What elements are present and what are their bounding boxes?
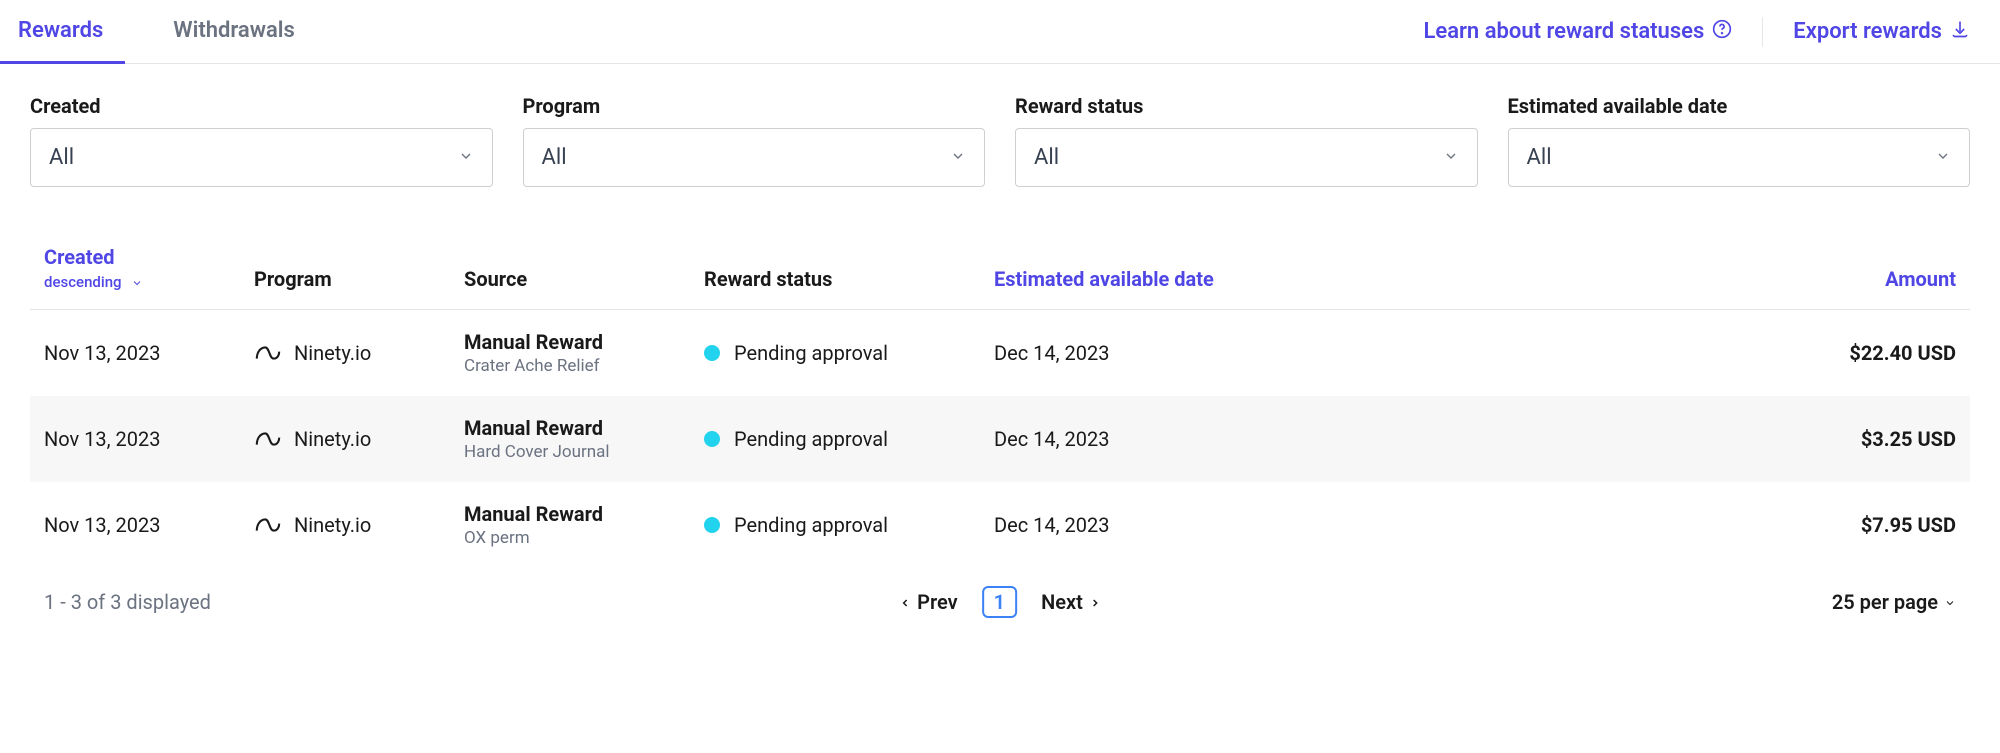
filters-row: Created All Program All Reward status Al… bbox=[0, 64, 2000, 187]
filter-created: Created All bbox=[30, 94, 493, 187]
top-links: Learn about reward statuses Export rewar… bbox=[1423, 17, 1970, 47]
cell-created: Nov 13, 2023 bbox=[44, 341, 254, 365]
cell-created: Nov 13, 2023 bbox=[44, 513, 254, 537]
status-dot-icon bbox=[704, 517, 720, 533]
cell-source: Manual RewardCrater Ache Relief bbox=[464, 330, 704, 376]
tab-withdrawals[interactable]: Withdrawals bbox=[173, 0, 295, 63]
chevron-down-icon bbox=[1944, 590, 1956, 614]
col-header-amount[interactable]: Amount bbox=[1746, 267, 1956, 291]
prev-button[interactable]: Prev bbox=[899, 590, 958, 614]
per-page-select[interactable]: 25 per page bbox=[1832, 590, 1956, 614]
source-primary: Manual Reward bbox=[464, 502, 704, 526]
download-icon bbox=[1950, 19, 1970, 45]
filter-program-select[interactable]: All bbox=[523, 128, 986, 187]
learn-statuses-link[interactable]: Learn about reward statuses bbox=[1423, 19, 1732, 45]
filter-date-value: All bbox=[1527, 145, 1552, 170]
chevron-down-icon bbox=[1935, 145, 1951, 170]
cell-created: Nov 13, 2023 bbox=[44, 427, 254, 451]
filter-program-value: All bbox=[542, 145, 567, 170]
filter-created-select[interactable]: All bbox=[30, 128, 493, 187]
chevron-down-icon bbox=[950, 145, 966, 170]
filter-program: Program All bbox=[523, 94, 986, 187]
chevron-down-icon bbox=[131, 277, 143, 289]
status-text: Pending approval bbox=[734, 341, 888, 365]
filter-date-label: Estimated available date bbox=[1508, 94, 1971, 118]
cell-status: Pending approval bbox=[704, 427, 994, 451]
col-header-date[interactable]: Estimated available date bbox=[994, 267, 1746, 291]
next-button[interactable]: Next bbox=[1041, 590, 1101, 614]
cell-status: Pending approval bbox=[704, 513, 994, 537]
filter-status: Reward status All bbox=[1015, 94, 1478, 187]
source-secondary: OX perm bbox=[464, 528, 704, 548]
program-name: Ninety.io bbox=[294, 513, 371, 537]
col-header-created-sort: descending bbox=[44, 273, 254, 291]
prev-label: Prev bbox=[917, 590, 958, 614]
filter-program-label: Program bbox=[523, 94, 986, 118]
source-primary: Manual Reward bbox=[464, 330, 704, 354]
chevron-right-icon bbox=[1089, 590, 1101, 614]
per-page-label: 25 per page bbox=[1832, 590, 1938, 614]
program-name: Ninety.io bbox=[294, 341, 371, 365]
pagination-bar: 1 - 3 of 3 displayed Prev 1 Next 25 per … bbox=[0, 568, 2000, 644]
top-bar: Rewards Withdrawals Learn about reward s… bbox=[0, 0, 2000, 64]
table-header: Created descending Program Source Reward… bbox=[30, 227, 1970, 310]
col-header-source[interactable]: Source bbox=[464, 267, 704, 291]
pagination-controls: Prev 1 Next bbox=[899, 586, 1101, 618]
filter-created-label: Created bbox=[30, 94, 493, 118]
cell-program: Ninety.io bbox=[254, 341, 464, 365]
filter-created-value: All bbox=[49, 145, 74, 170]
cell-source: Manual RewardOX perm bbox=[464, 502, 704, 548]
cell-program: Ninety.io bbox=[254, 427, 464, 451]
help-circle-icon bbox=[1712, 19, 1732, 45]
export-rewards-label: Export rewards bbox=[1793, 19, 1942, 44]
source-secondary: Hard Cover Journal bbox=[464, 442, 704, 462]
col-header-created-label: Created bbox=[44, 245, 115, 269]
filter-status-value: All bbox=[1034, 145, 1059, 170]
cell-amount: $22.40 USD bbox=[1746, 341, 1956, 365]
cell-date: Dec 14, 2023 bbox=[994, 341, 1746, 365]
status-dot-icon bbox=[704, 345, 720, 361]
col-header-status[interactable]: Reward status bbox=[704, 267, 994, 291]
table-row[interactable]: Nov 13, 2023 Ninety.io Manual RewardOX per… bbox=[30, 482, 1970, 568]
filter-status-label: Reward status bbox=[1015, 94, 1478, 118]
tabs: Rewards Withdrawals bbox=[18, 0, 295, 63]
status-text: Pending approval bbox=[734, 513, 888, 537]
chevron-left-icon bbox=[899, 590, 911, 614]
filter-date-select[interactable]: All bbox=[1508, 128, 1971, 187]
learn-statuses-label: Learn about reward statuses bbox=[1423, 19, 1704, 44]
source-secondary: Crater Ache Relief bbox=[464, 356, 704, 376]
table-row[interactable]: Nov 13, 2023 Ninety.io Manual RewardHard C… bbox=[30, 396, 1970, 482]
cell-date: Dec 14, 2023 bbox=[994, 513, 1746, 537]
source-primary: Manual Reward bbox=[464, 416, 704, 440]
filter-date: Estimated available date All bbox=[1508, 94, 1971, 187]
pagination-info: 1 - 3 of 3 displayed bbox=[44, 590, 211, 614]
rewards-table: Created descending Program Source Reward… bbox=[30, 227, 1970, 568]
cell-amount: $3.25 USD bbox=[1746, 427, 1956, 451]
cell-amount: $7.95 USD bbox=[1746, 513, 1956, 537]
cell-date: Dec 14, 2023 bbox=[994, 427, 1746, 451]
current-page[interactable]: 1 bbox=[982, 586, 1017, 618]
cell-program: Ninety.io bbox=[254, 513, 464, 537]
filter-status-select[interactable]: All bbox=[1015, 128, 1478, 187]
chevron-down-icon bbox=[458, 145, 474, 170]
col-header-created[interactable]: Created descending bbox=[44, 245, 254, 291]
chevron-down-icon bbox=[1443, 145, 1459, 170]
table-row[interactable]: Nov 13, 2023 Ninety.io Manual RewardCrater… bbox=[30, 310, 1970, 396]
next-label: Next bbox=[1041, 590, 1083, 614]
tab-rewards[interactable]: Rewards bbox=[18, 0, 103, 63]
divider bbox=[1762, 17, 1763, 47]
cell-status: Pending approval bbox=[704, 341, 994, 365]
program-logo-icon bbox=[254, 341, 282, 365]
status-dot-icon bbox=[704, 431, 720, 447]
col-header-program[interactable]: Program bbox=[254, 267, 464, 291]
status-text: Pending approval bbox=[734, 427, 888, 451]
program-name: Ninety.io bbox=[294, 427, 371, 451]
program-logo-icon bbox=[254, 427, 282, 451]
export-rewards-link[interactable]: Export rewards bbox=[1793, 19, 1970, 45]
program-logo-icon bbox=[254, 513, 282, 537]
cell-source: Manual RewardHard Cover Journal bbox=[464, 416, 704, 462]
